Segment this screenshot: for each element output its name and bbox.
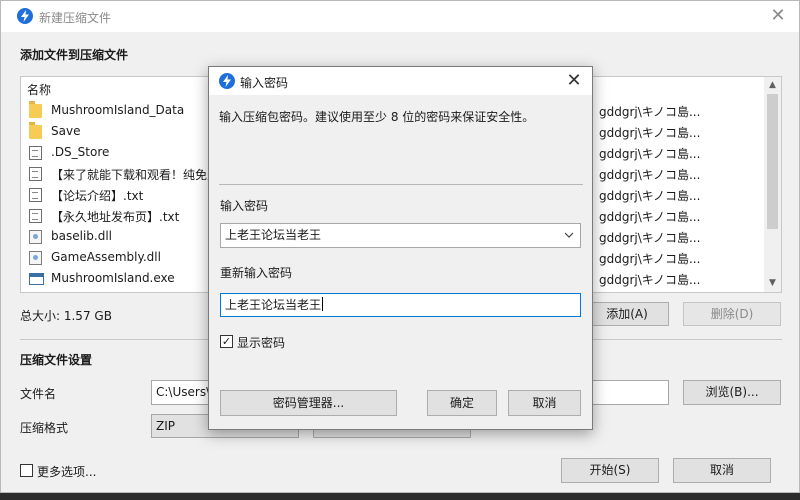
password-input[interactable]: 上老王论坛当老王	[220, 223, 581, 248]
password-value: 上老王论坛当老王	[225, 228, 322, 242]
file-path: gddgrj\キノコ島...	[599, 105, 701, 119]
filename-label: 文件名	[20, 387, 57, 401]
text-file-icon	[29, 209, 42, 223]
file-name: MushroomIsland_Data	[51, 103, 185, 117]
add-button[interactable]: 添加(A)	[585, 302, 669, 326]
scroll-down-icon[interactable]: ▼	[764, 275, 781, 292]
reenter-password-value: 上老王论坛当老王	[225, 298, 322, 312]
file-name: GameAssembly.dll	[51, 250, 161, 264]
total-size: 总大小: 1.57 GB	[20, 309, 112, 323]
file-path: gddgrj\キノコ島...	[599, 210, 701, 224]
file-name: Save	[51, 124, 81, 138]
close-icon[interactable]: ✕	[562, 69, 586, 93]
exe-file-icon	[29, 273, 44, 285]
dialog-titlebar[interactable]: 输入密码 ✕	[209, 67, 592, 95]
file-path: gddgrj\キノコ島...	[599, 126, 701, 140]
show-password-checkbox[interactable]: ✓	[220, 335, 233, 348]
close-icon[interactable]: ✕	[765, 5, 791, 27]
settings-heading: 压缩文件设置	[20, 353, 93, 367]
password-manager-button[interactable]: 密码管理器...	[220, 390, 397, 416]
text-file-icon	[29, 167, 42, 181]
ok-button[interactable]: 确定	[427, 390, 497, 416]
folder-icon	[29, 101, 42, 118]
file-icon	[29, 146, 42, 160]
main-cancel-button[interactable]: 取消	[673, 458, 771, 483]
file-name: baselib.dll	[51, 229, 112, 243]
app-logo-icon	[219, 73, 235, 89]
text-file-icon	[29, 188, 42, 202]
folder-icon	[29, 122, 42, 139]
more-options-label[interactable]: 更多选项...	[37, 463, 96, 480]
dialog-description: 输入压缩包密码。建议使用至少 8 位的密码来保证安全性。	[219, 110, 535, 124]
column-header-name[interactable]: 名称	[27, 81, 51, 98]
file-name: .DS_Store	[51, 145, 110, 159]
add-files-heading: 添加文件到压缩文件	[20, 48, 129, 62]
main-titlebar[interactable]: 新建压缩文件 ✕	[1, 1, 799, 32]
text-caret	[322, 297, 324, 311]
start-button[interactable]: 开始(S)	[561, 458, 659, 483]
file-path: gddgrj\キノコ島...	[599, 273, 701, 287]
scroll-up-icon[interactable]: ▲	[764, 77, 781, 94]
dll-file-icon	[29, 251, 42, 265]
browse-button[interactable]: 浏览(B)...	[683, 380, 781, 405]
more-options-checkbox[interactable]	[20, 464, 33, 477]
format-label: 压缩格式	[20, 421, 69, 435]
file-name: MushroomIsland.exe	[51, 271, 175, 285]
password-label: 输入密码	[220, 199, 269, 213]
delete-button[interactable]: 删除(D)	[683, 302, 781, 326]
file-path: gddgrj\キノコ島...	[599, 252, 701, 266]
app-logo-icon	[17, 8, 33, 24]
file-path: gddgrj\キノコ島...	[599, 189, 701, 203]
file-path: gddgrj\キノコ島...	[599, 168, 701, 182]
reenter-password-input[interactable]: 上老王论坛当老王	[220, 293, 581, 317]
chevron-down-icon[interactable]	[564, 224, 574, 247]
scrollbar-thumb[interactable]	[767, 94, 778, 229]
file-list-scrollbar[interactable]: ▲ ▼	[764, 77, 781, 292]
file-path: gddgrj\キノコ島...	[599, 231, 701, 245]
dialog-divider	[219, 184, 583, 185]
file-name: 【来了就能下载和观看！纯免费	[51, 168, 220, 182]
dialog-cancel-button[interactable]: 取消	[508, 390, 581, 416]
password-dialog: 输入密码 ✕ 输入压缩包密码。建议使用至少 8 位的密码来保证安全性。 输入密码…	[208, 66, 593, 430]
reenter-password-label: 重新输入密码	[220, 266, 293, 280]
file-name: 【论坛介绍】.txt	[51, 189, 144, 203]
show-password-label[interactable]: 显示密码	[237, 334, 285, 351]
dll-file-icon	[29, 230, 42, 244]
dialog-title: 输入密码	[240, 76, 289, 90]
window-title: 新建压缩文件	[39, 11, 112, 25]
file-name: 【永久地址发布页】.txt	[51, 210, 180, 224]
file-path: gddgrj\キノコ島...	[599, 147, 701, 161]
